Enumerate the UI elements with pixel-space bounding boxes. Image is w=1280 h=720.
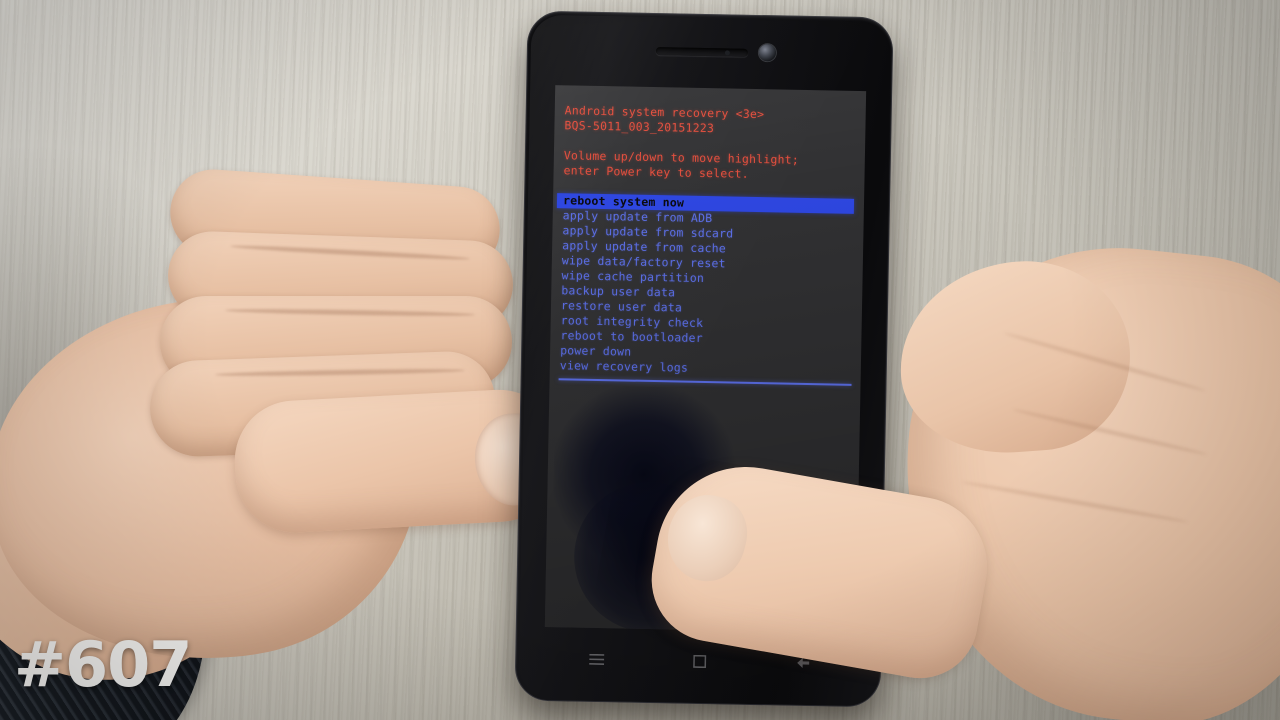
menu-key-icon[interactable] bbox=[588, 653, 605, 665]
home-key-icon[interactable] bbox=[693, 654, 707, 668]
proximity-sensor-icon bbox=[724, 50, 730, 56]
menu-divider bbox=[558, 378, 852, 386]
recovery-menu: reboot system now apply update from ADB … bbox=[554, 193, 864, 379]
photo-scene: Android system recovery <3e> BQS-5011_00… bbox=[0, 0, 1280, 720]
video-number-watermark: #607 bbox=[14, 628, 192, 701]
recovery-console: Android system recovery <3e> BQS-5011_00… bbox=[550, 85, 867, 386]
